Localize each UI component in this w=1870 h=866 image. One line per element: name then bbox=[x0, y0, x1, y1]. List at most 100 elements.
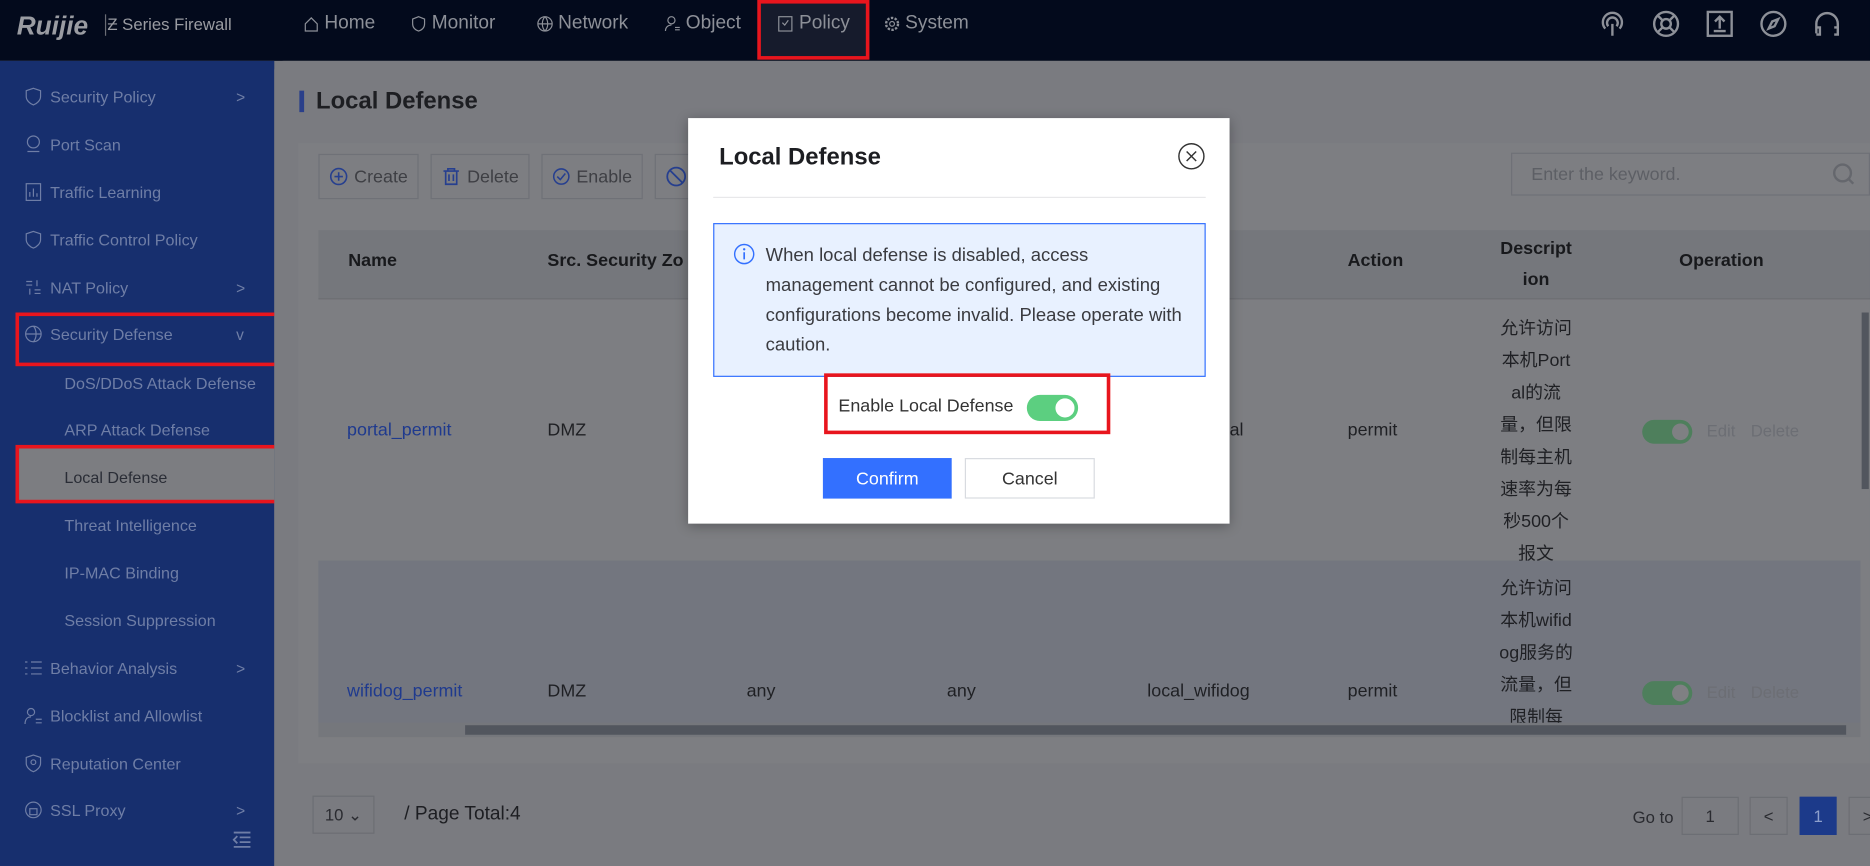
sidebar-item-behavior-analysis[interactable]: Behavior Analysis > bbox=[24, 658, 245, 677]
sidebar-item-ssl-proxy[interactable]: SSL Proxy > bbox=[24, 800, 245, 819]
title-accent bbox=[299, 90, 305, 113]
sidebar-item-nat-policy[interactable]: NAT Policy > bbox=[24, 278, 245, 297]
row2-enable-toggle[interactable] bbox=[1642, 681, 1693, 705]
lifebuoy-icon[interactable] bbox=[1652, 10, 1681, 39]
info-text: When local defense is disabled, access m… bbox=[765, 245, 1182, 356]
sidebar-item-reputation-center[interactable]: Reputation Center bbox=[24, 754, 181, 773]
page-total: / Page Total:4 bbox=[404, 803, 521, 825]
user-list-icon bbox=[24, 707, 42, 725]
globe-icon bbox=[537, 16, 553, 32]
row2-col5: local_wifidog bbox=[1147, 681, 1250, 702]
page-title: Local Defense bbox=[316, 88, 478, 115]
enable-button[interactable]: Enable bbox=[541, 153, 643, 200]
antenna-icon[interactable] bbox=[1598, 10, 1627, 39]
info-alert: When local defense is disabled, access m… bbox=[713, 223, 1206, 377]
sidebar-subitem-dos-ddos[interactable]: DoS/DDoS Attack Defense bbox=[64, 375, 256, 393]
nav-network[interactable]: Network bbox=[537, 0, 628, 61]
compass-icon[interactable] bbox=[1759, 10, 1788, 39]
shield-icon bbox=[25, 230, 42, 249]
chart-icon bbox=[25, 183, 42, 201]
page-1-button[interactable]: 1 bbox=[1799, 796, 1837, 835]
cancel-button[interactable]: Cancel bbox=[964, 458, 1095, 499]
search-icon[interactable] bbox=[1832, 162, 1856, 186]
sidebar-item-traffic-learning[interactable]: Traffic Learning bbox=[24, 182, 161, 201]
sidebar-subitem-arp[interactable]: ARP Attack Defense bbox=[64, 421, 210, 439]
highlight-toggle bbox=[824, 373, 1111, 435]
divider bbox=[713, 196, 1206, 199]
horizontal-scrollbar-thumb[interactable] bbox=[465, 725, 1847, 735]
sidebar-subitem-ip-mac-binding[interactable]: IP-MAC Binding bbox=[64, 564, 179, 582]
th-operation: Operation bbox=[1679, 250, 1764, 271]
search-input[interactable]: Enter the keyword. bbox=[1511, 152, 1870, 196]
sidebar-subitem-threat-intelligence[interactable]: Threat Intelligence bbox=[64, 516, 196, 534]
home-icon bbox=[304, 17, 318, 32]
badge-icon bbox=[25, 754, 42, 773]
shield-icon bbox=[412, 16, 426, 32]
th-description: Descript ion bbox=[1500, 238, 1572, 290]
row2-description: 允许访问本机wifidog服务的流量，但限制每 bbox=[1499, 578, 1573, 723]
nav-home[interactable]: Home bbox=[303, 0, 375, 61]
row2-delete[interactable]: Delete bbox=[1751, 682, 1799, 701]
info-icon bbox=[733, 243, 755, 265]
close-icon[interactable] bbox=[1177, 142, 1206, 171]
prev-page-button[interactable]: < bbox=[1749, 796, 1788, 835]
th-src-zone: Src. Security Zo bbox=[547, 250, 684, 271]
goto-label: Go to bbox=[1632, 807, 1674, 827]
sidebar-item-traffic-control-policy[interactable]: Traffic Control Policy bbox=[24, 230, 198, 249]
ban-icon bbox=[666, 166, 687, 187]
th-name: Name bbox=[348, 250, 397, 271]
row1-action: permit bbox=[1347, 419, 1398, 441]
dialog-title: Local Defense bbox=[719, 144, 881, 171]
row1-delete[interactable]: Delete bbox=[1751, 421, 1799, 440]
user-icon[interactable] bbox=[1866, 10, 1870, 39]
th-action: Action bbox=[1347, 250, 1404, 271]
row2-action: permit bbox=[1347, 681, 1398, 702]
row1-col5: al bbox=[1229, 419, 1244, 441]
trash-icon bbox=[443, 167, 459, 186]
sidebar-item-blocklist[interactable]: Blocklist and Allowlist bbox=[24, 706, 202, 725]
row2-c4: any bbox=[946, 681, 976, 702]
confirm-button[interactable]: Confirm bbox=[822, 458, 952, 499]
row1-edit[interactable]: Edit bbox=[1707, 421, 1736, 440]
nav-object[interactable]: Object bbox=[664, 0, 741, 61]
plus-circle-icon bbox=[329, 167, 348, 186]
logo: Ruijie bbox=[16, 10, 89, 41]
check-circle-icon bbox=[552, 168, 570, 185]
sidebar-item-security-policy[interactable]: Security Policy > bbox=[24, 87, 245, 106]
shield-icon bbox=[25, 87, 42, 106]
row2-src: DMZ bbox=[547, 681, 587, 702]
delete-button[interactable]: Delete bbox=[430, 153, 530, 200]
highlight-security-defense bbox=[15, 312, 281, 367]
nat-icon bbox=[26, 280, 41, 295]
row2-c3: any bbox=[746, 681, 776, 702]
next-page-button[interactable]: > bbox=[1848, 796, 1870, 835]
lock-icon bbox=[25, 801, 42, 819]
sidebar-item-port-scan[interactable]: Port Scan bbox=[24, 135, 121, 154]
goto-input[interactable]: 1 bbox=[1681, 796, 1739, 835]
header-icons bbox=[1598, 10, 1870, 39]
row1-description: 允许访问本机Portal的流量，但限制每主机速率为每秒500个报文 bbox=[1500, 318, 1572, 565]
row2-name-link[interactable]: wifidog_permit bbox=[347, 681, 462, 701]
row1-name-link[interactable]: portal_permit bbox=[347, 420, 451, 440]
nav-system[interactable]: System bbox=[884, 0, 969, 61]
row2-edit[interactable]: Edit bbox=[1707, 682, 1736, 701]
headset-icon[interactable] bbox=[1813, 10, 1842, 39]
gear-icon bbox=[884, 16, 900, 32]
product-name: Ƶ Series Firewall bbox=[104, 14, 232, 36]
local-defense-dialog: Local Defense When local defense is disa… bbox=[688, 118, 1230, 524]
create-button[interactable]: Create bbox=[318, 153, 419, 200]
list-icon bbox=[25, 661, 42, 675]
scan-icon bbox=[26, 135, 40, 153]
row1-enable-toggle[interactable] bbox=[1642, 419, 1693, 444]
vertical-scrollbar-thumb[interactable] bbox=[1861, 312, 1869, 490]
collapse-sidebar-icon[interactable] bbox=[232, 830, 252, 849]
user-icon bbox=[664, 16, 680, 32]
chevron-down-icon: ⌄ bbox=[348, 804, 363, 824]
nav-monitor[interactable]: Monitor bbox=[410, 0, 495, 61]
highlight-policy bbox=[757, 0, 870, 60]
upload-icon[interactable] bbox=[1705, 10, 1734, 39]
sidebar-subitem-session-suppression[interactable]: Session Suppression bbox=[64, 612, 215, 630]
page-size-select[interactable]: 10 ⌄ bbox=[312, 795, 375, 834]
highlight-local-defense bbox=[15, 444, 281, 504]
row1-src: DMZ bbox=[547, 419, 587, 441]
